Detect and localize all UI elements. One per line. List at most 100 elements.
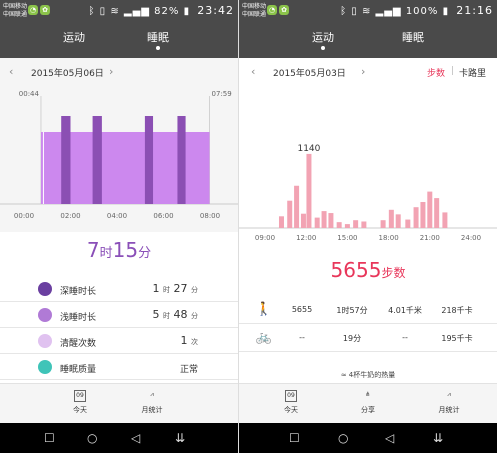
prev-day-icon[interactable]: ‹	[9, 65, 13, 78]
bike-row: 🚲 -- 19分 -- 195千卡	[239, 324, 497, 352]
sleep-screen: 中国移动 中国联通 ◔ ✿ ᛒ ▯ ≋ ▂▄▆ 82% ▮ 23:42 运动 睡…	[0, 0, 238, 453]
steps-bar	[328, 213, 334, 228]
tab-exercise[interactable]: 运动	[44, 29, 104, 45]
today-button[interactable]: 09 今天	[60, 390, 100, 415]
share-icon: ⋔	[365, 391, 371, 398]
deep-sleep-bar	[177, 116, 186, 204]
pull-down-icon[interactable]: ⇊	[175, 431, 185, 445]
chart-line-icon: ⩘	[150, 391, 154, 398]
steps-bar	[420, 202, 426, 228]
home-icon[interactable]: ○	[87, 431, 97, 445]
back-icon[interactable]: ◁	[385, 431, 394, 445]
stat-row-deep-sleep: 深睡时长 1 时 27 分	[0, 276, 238, 302]
stat-unit-hours: 时	[163, 312, 170, 320]
steps-bar	[306, 153, 312, 228]
today-label: 今天	[284, 406, 298, 414]
walk-calories: 218千卡	[441, 306, 473, 315]
stat-label: 清醒次数	[60, 339, 97, 349]
android-nav-bar: ☐ ○ ◁ ⇊	[0, 423, 238, 453]
prev-day-icon[interactable]: ‹	[251, 65, 255, 78]
x-tick-label: 08:00	[200, 212, 220, 220]
monthly-stats-button[interactable]: ⩘ 月统计	[429, 390, 469, 415]
steps-total: 5655步数	[239, 258, 497, 282]
recent-apps-icon[interactable]: ☐	[289, 431, 300, 445]
calorie-note: ≈ 4杯牛奶的热量	[340, 371, 396, 379]
date-label: 2015年05月03日	[273, 69, 346, 79]
pull-down-icon[interactable]: ⇊	[433, 431, 443, 445]
exercise-screen: 中国移动 中国联通 ◔ ✿ ᛒ ▯ ≋ ▂▄▆ 100% ▮ 21:16 运动 …	[239, 0, 497, 453]
home-icon[interactable]: ○	[338, 431, 348, 445]
steps-toggle[interactable]: 步数	[427, 66, 445, 79]
steps-bar	[361, 221, 367, 228]
x-tick-label: 15:00	[337, 234, 357, 242]
vibrate-icon: ▯	[99, 6, 107, 17]
battery-percent: 100%	[405, 6, 439, 17]
deep-sleep-bar	[144, 116, 154, 204]
stat-value-count: 1	[180, 334, 188, 347]
x-tick-label: 18:00	[379, 234, 399, 242]
steps-bar	[380, 220, 386, 228]
wifi-icon: ≋	[110, 6, 120, 17]
today-label: 今天	[73, 406, 87, 414]
steps-bar	[442, 212, 448, 228]
bluetooth-icon: ᛒ	[340, 6, 348, 17]
status-bar: 中国移动 中国联通 ◔ ✿ ᛒ ▯ ≋ ▂▄▆ 82% ▮ 23:42	[0, 0, 238, 22]
moon-light-icon	[38, 308, 52, 322]
steps-bar	[294, 185, 300, 228]
tab-sleep[interactable]: 睡眠	[128, 29, 188, 50]
share-button[interactable]: ⋔ 分享	[348, 390, 388, 415]
sleep-hours-unit: 时	[99, 246, 113, 261]
calories-toggle[interactable]: 卡路里	[459, 66, 486, 79]
stat-value: 1 次	[181, 334, 199, 347]
smile-icon	[38, 360, 52, 374]
stat-value-quality: 正常	[179, 365, 198, 375]
next-day-icon[interactable]: ›	[361, 65, 365, 78]
app-notification-icon: ✿	[40, 5, 50, 15]
sleep-hours: 7	[86, 238, 100, 262]
stat-unit-count: 次	[191, 338, 198, 346]
recent-apps-icon[interactable]: ☐	[44, 431, 55, 445]
stat-row-awake-count: 清醒次数 1 次	[0, 328, 238, 354]
next-day-icon[interactable]: ›	[109, 65, 113, 78]
bottom-toolbar: 09 今天 ⩘ 月统计	[0, 383, 238, 423]
stat-unit-minutes: 分	[191, 312, 198, 320]
walk-duration: 1时57分	[336, 306, 368, 315]
date-bar: ‹ 2015年05月06日 ›	[0, 58, 238, 86]
stat-unit-hours: 时	[163, 286, 170, 294]
moon-awake-icon	[38, 334, 52, 348]
monthly-stats-button[interactable]: ⩘ 月统计	[132, 390, 172, 415]
bluetooth-icon: ᛒ	[88, 6, 96, 17]
today-button[interactable]: 09 今天	[271, 390, 311, 415]
carrier-labels: 中国移动 中国联通	[242, 3, 266, 19]
system-icons: ᛒ ▯ ≋ ▂▄▆ 82% ▮ 23:42	[88, 4, 234, 17]
back-icon[interactable]: ◁	[131, 431, 140, 445]
battery-percent: 82%	[154, 6, 180, 17]
steps-unit: 步数	[381, 266, 406, 280]
steps-bar	[300, 213, 306, 228]
steps-value: 5655	[330, 258, 382, 282]
steps-bar	[321, 211, 327, 228]
battery-icon: ▮	[442, 6, 450, 17]
x-tick-label: 24:00	[461, 234, 481, 242]
steps-bar	[287, 200, 293, 228]
start-time-label: 00:44	[19, 90, 40, 98]
stat-value: 5 时 48 分	[153, 308, 199, 321]
steps-bar	[413, 207, 419, 228]
tab-exercise-label: 运动	[312, 31, 334, 44]
monthly-stats-label: 月统计	[438, 406, 460, 414]
top-tab-bar: 运动 睡眠	[239, 22, 497, 58]
bike-duration: 19分	[342, 334, 362, 343]
x-tick-label: 06:00	[153, 212, 173, 220]
system-icons: ᛒ ▯ ≋ ▂▄▆ 100% ▮ 21:16	[340, 4, 493, 17]
steps-bar	[353, 220, 359, 228]
steps-bar	[395, 214, 401, 228]
app-notification-icon: ✿	[279, 5, 289, 15]
sleep-stats-list: 深睡时长 1 时 27 分 浅睡时长 5 时 48 分 清醒次数 1 次 睡眠质…	[0, 276, 238, 380]
tab-sleep[interactable]: 睡眠	[383, 29, 443, 45]
x-tick-label: 09:00	[255, 234, 275, 242]
stat-value: 正常	[180, 362, 198, 375]
steps-bar	[278, 216, 284, 228]
x-tick-label: 12:00	[296, 234, 316, 242]
tab-exercise[interactable]: 运动	[293, 29, 353, 50]
bike-steps: --	[299, 333, 305, 342]
